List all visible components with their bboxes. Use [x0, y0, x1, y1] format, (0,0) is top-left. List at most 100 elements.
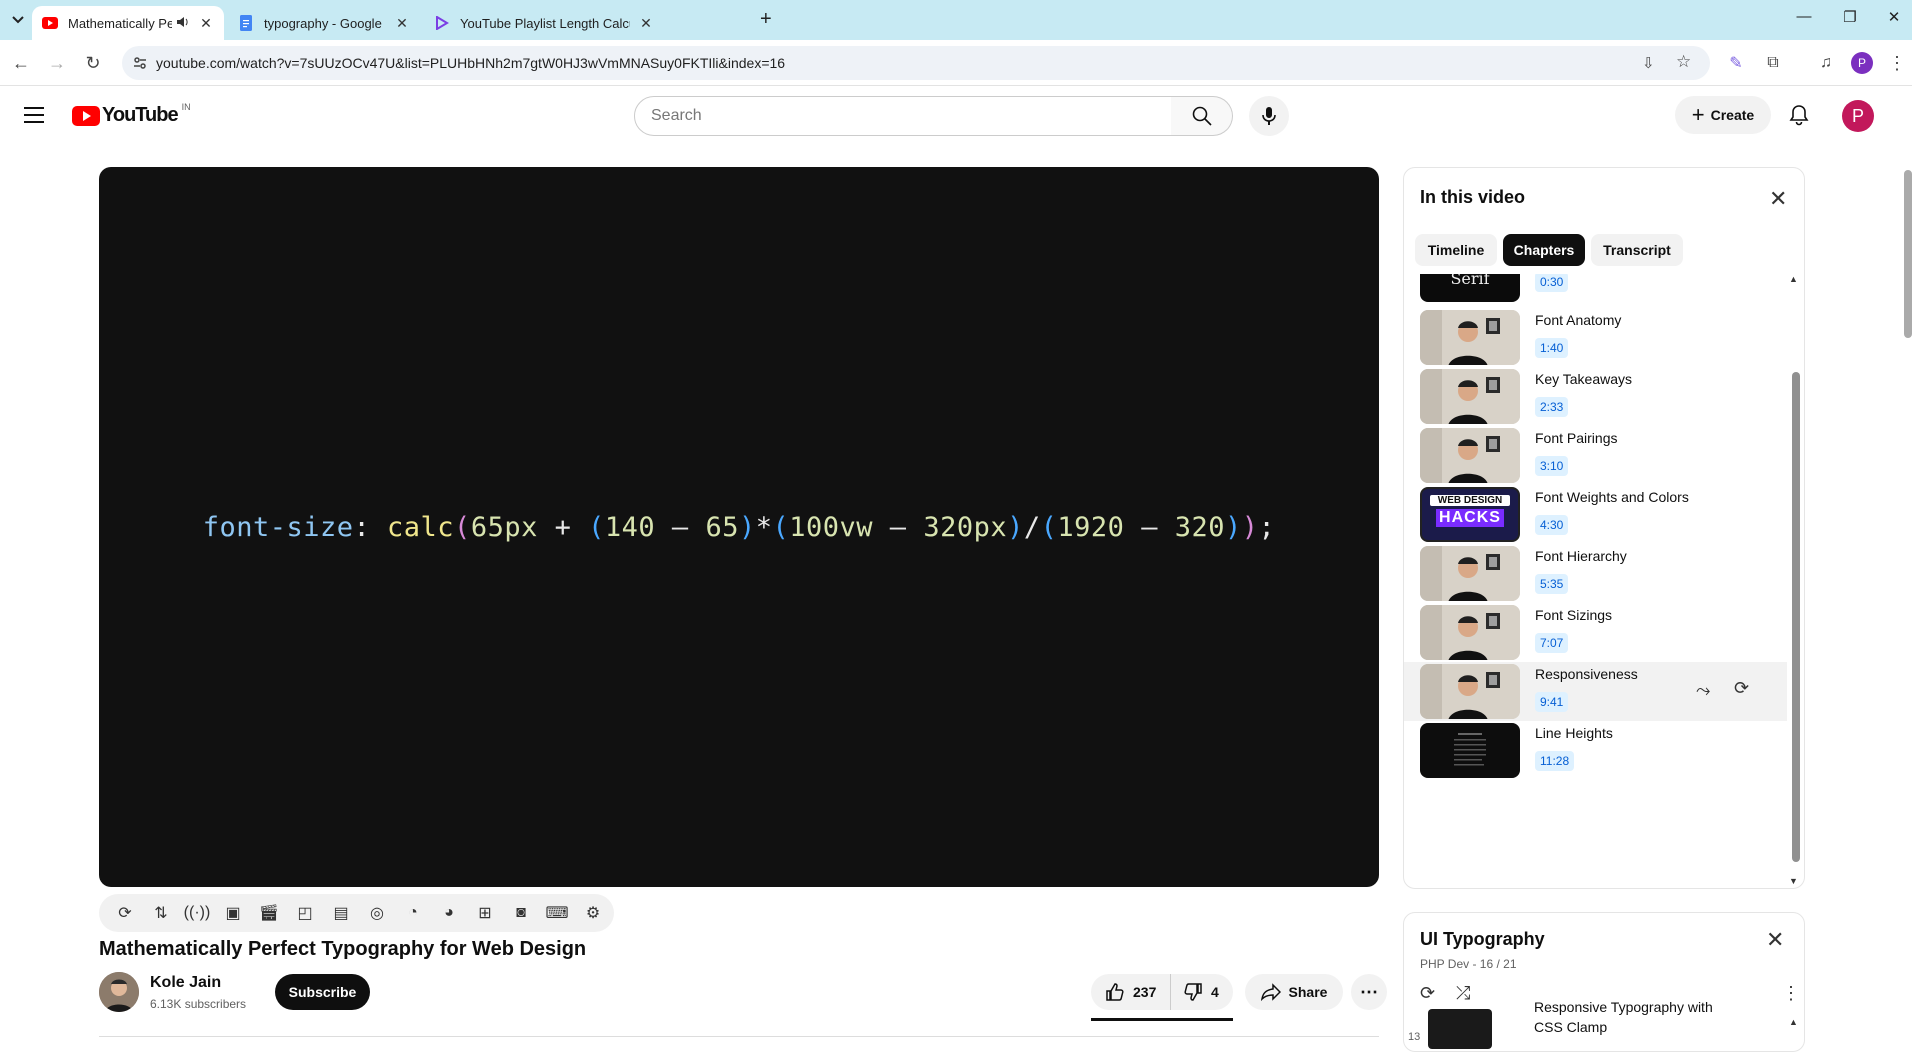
restore-window-icon[interactable]: ❐ — [1838, 8, 1862, 26]
close-icon[interactable]: ✕ — [1766, 927, 1784, 953]
chapter-thumbnail — [1420, 546, 1520, 601]
playlist-item[interactable]: 13 Responsive Typography with CSS Clamp — [1404, 999, 1804, 1051]
playlist-title[interactable]: UI Typography — [1420, 929, 1545, 950]
scroll-up-arrow-icon[interactable]: ▲ — [1789, 1017, 1798, 1027]
clapperboard-icon[interactable]: 🎬︎ — [255, 899, 283, 927]
browser-menu-icon[interactable]: ⋮ — [1886, 52, 1908, 74]
code-token: / — [1023, 511, 1041, 543]
loop-icon[interactable]: ⟳ — [111, 899, 139, 927]
close-window-icon[interactable]: ✕ — [1882, 8, 1906, 26]
forward-arrow-icon[interactable]: → — [44, 50, 70, 76]
chapter-item[interactable]: Font Anatomy 1:40 — [1404, 308, 1787, 367]
chapter-time[interactable]: 0:30 — [1535, 274, 1569, 292]
hamburger-menu-icon[interactable] — [24, 106, 46, 124]
camera-icon[interactable]: ◙ — [507, 899, 535, 927]
chapter-item[interactable]: Serif 0:30 — [1404, 274, 1787, 308]
chapter-item[interactable]: Key Takeaways 2:33 — [1404, 367, 1787, 426]
tab-transcript[interactable]: Transcript — [1591, 234, 1683, 266]
speed-boost-icon[interactable]: ◕ — [435, 899, 463, 927]
page-scrollbar[interactable] — [1904, 170, 1912, 338]
screen-watch-icon[interactable]: ▣ — [219, 899, 247, 927]
code-token: ( — [1040, 511, 1058, 543]
like-count: 237 — [1133, 984, 1157, 1000]
tab-timeline[interactable]: Timeline — [1415, 234, 1497, 266]
chapter-time[interactable]: 11:28 — [1535, 751, 1575, 771]
speaker-icon[interactable] — [176, 16, 190, 31]
install-app-icon[interactable]: ⇩ — [1642, 54, 1655, 72]
channel-name[interactable]: Kole Jain — [150, 974, 221, 992]
account-avatar[interactable]: P — [1842, 100, 1874, 132]
chapter-time[interactable]: 7:07 — [1535, 633, 1569, 653]
new-tab-button[interactable]: + — [760, 8, 772, 31]
loop-chapter-icon[interactable]: ⟳ — [1734, 678, 1749, 699]
chapter-time[interactable]: 3:10 — [1535, 456, 1569, 476]
chapter-item[interactable]: Line Heights 11:28 — [1404, 721, 1787, 780]
film-strip-icon[interactable]: ▤ — [327, 899, 355, 927]
profile-avatar[interactable]: P — [1851, 52, 1873, 74]
playlist-menu-icon[interactable]: ⋮ — [1782, 983, 1800, 1004]
scroll-up-arrow-icon[interactable]: ▲ — [1789, 274, 1798, 284]
minimize-window-icon[interactable]: — — [1792, 8, 1816, 25]
settings-gear-icon[interactable]: ⚙ — [579, 899, 607, 927]
code-token: ( — [588, 511, 605, 543]
speedometer-icon[interactable]: ◔ — [399, 899, 427, 927]
scroll-down-arrow-icon[interactable]: ▼ — [1789, 876, 1798, 886]
dislike-button[interactable]: 4 — [1171, 974, 1219, 1010]
chapter-time[interactable]: 2:33 — [1535, 397, 1569, 417]
back-arrow-icon[interactable]: ← — [8, 50, 34, 76]
notifications-button[interactable] — [1784, 100, 1814, 130]
chapter-time[interactable]: 5:35 — [1535, 574, 1569, 594]
chapter-item[interactable]: Font Pairings 3:10 — [1404, 426, 1787, 485]
youtube-logo[interactable]: YouTube IN — [72, 102, 191, 127]
tab-search-chevron-icon[interactable] — [8, 10, 28, 30]
loop-playlist-icon[interactable]: ⟳ — [1420, 983, 1435, 1004]
keyboard-icon[interactable]: ⌨ — [543, 899, 571, 927]
search-input[interactable]: Search — [634, 96, 1172, 136]
voice-search-button[interactable] — [1249, 96, 1289, 136]
media-control-icon[interactable]: ♫ — [1815, 52, 1837, 74]
scrollbar[interactable] — [1792, 372, 1800, 862]
add-frame-icon[interactable]: ⊞ — [471, 899, 499, 927]
sort-icon[interactable]: ⇅ — [147, 899, 175, 927]
tab-chapters[interactable]: Chapters — [1503, 234, 1585, 266]
like-button[interactable]: 237 — [1091, 974, 1171, 1010]
shuffle-icon[interactable]: ⤮ — [1456, 983, 1470, 1004]
chapter-time[interactable]: 9:41 — [1535, 692, 1569, 712]
close-icon[interactable]: ✕ — [1769, 186, 1787, 212]
channel-avatar[interactable] — [99, 972, 139, 1012]
video-player[interactable]: font-size: calc(65px + (140 – 65)*(100vw… — [99, 167, 1379, 887]
screenshot-lens-icon[interactable]: ◎ — [363, 899, 391, 927]
share-button[interactable]: Share — [1245, 974, 1343, 1010]
code-token: – — [1124, 511, 1175, 543]
pen-extension-icon[interactable]: ✎ — [1725, 52, 1747, 74]
code-token: – — [873, 511, 924, 543]
search-button[interactable] — [1171, 96, 1233, 136]
address-bar[interactable]: youtube.com/watch?v=7sUUzOCv47U&list=PLU… — [122, 46, 1710, 80]
browser-tab[interactable]: typography - Google Docs ✕ — [228, 6, 420, 40]
chapter-item[interactable]: Font Hierarchy 5:35 — [1404, 544, 1787, 603]
chapter-item[interactable]: WEB DESIGN HACKS Font Weights and Colors 4:… — [1404, 485, 1787, 544]
chapter-item[interactable]: Font Sizings 7:07 — [1404, 603, 1787, 662]
bookmark-star-icon[interactable]: ☆ — [1676, 52, 1691, 72]
create-button[interactable]: + Create — [1675, 96, 1771, 134]
code-token: 100vw — [789, 511, 874, 543]
picture-in-picture-icon[interactable]: ◰ — [291, 899, 319, 927]
subscribe-button[interactable]: Subscribe — [275, 974, 370, 1010]
browser-tab[interactable]: YouTube Playlist Length Calcula ✕ — [424, 6, 742, 40]
more-actions-button[interactable]: ⋯ — [1351, 974, 1387, 1010]
chapter-item[interactable]: Responsiveness 9:41 ⤳ ⟳ — [1404, 662, 1787, 721]
close-tab-icon[interactable]: ✕ — [198, 15, 214, 32]
close-tab-icon[interactable]: ✕ — [394, 15, 410, 32]
reload-icon[interactable]: ↻ — [80, 50, 106, 76]
code-token: 320px — [923, 511, 1008, 543]
video-frame-code-text: font-size: calc(65px + (140 – 65)*(100vw… — [203, 512, 1276, 543]
share-chapter-icon[interactable]: ⤳ — [1696, 680, 1710, 701]
site-info-icon[interactable] — [132, 55, 148, 71]
chapter-time[interactable]: 4:30 — [1535, 515, 1569, 535]
chapter-time[interactable]: 1:40 — [1535, 338, 1569, 358]
code-token: 1920 — [1057, 511, 1125, 543]
extensions-puzzle-icon[interactable]: ⧉ — [1762, 52, 1784, 74]
broadcast-icon[interactable]: ((·)) — [183, 899, 211, 927]
browser-tab-active[interactable]: Mathematically Perfect Typog ✕ — [32, 6, 224, 40]
close-tab-icon[interactable]: ✕ — [638, 15, 654, 32]
